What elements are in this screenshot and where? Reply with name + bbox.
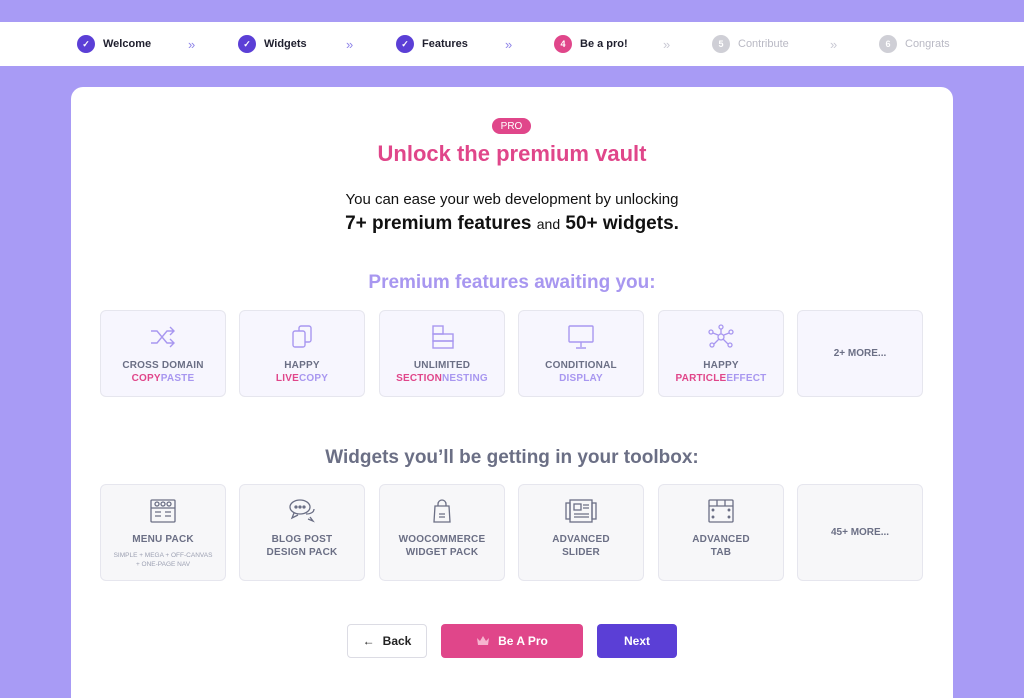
step-label: Contribute xyxy=(738,38,789,50)
feature-line-1: HAPPY xyxy=(284,360,320,371)
setup-stepper: ✓ Welcome » ✓ Widgets » ✓ Features » 4 B… xyxy=(0,22,1024,66)
step-label: Widgets xyxy=(264,38,307,50)
next-label: Next xyxy=(623,634,650,648)
chevron-double-right-icon: » xyxy=(188,36,195,52)
widget-line-2: SLIDER xyxy=(562,547,600,558)
step-label: Congrats xyxy=(905,38,950,50)
step-features[interactable]: ✓ Features xyxy=(396,22,468,66)
more-count: 45+ MORE... xyxy=(830,527,890,538)
intro-text: You can ease your web development by unl… xyxy=(345,191,679,208)
chevron-double-right-icon: » xyxy=(830,36,837,52)
step-number: 5 xyxy=(712,35,730,53)
step-contribute[interactable]: 5 Contribute xyxy=(712,22,789,66)
step-number: 4 xyxy=(554,35,572,53)
feature-line-2: SECTIONNESTING xyxy=(396,373,488,384)
feature-line-2: COPYPASTE xyxy=(131,373,195,384)
widget-line-1: ADVANCED xyxy=(692,534,750,545)
feature-line-2: DISPLAY xyxy=(559,373,603,384)
widgets-heading: Widgets you’ll be getting in your toolbo… xyxy=(325,447,699,468)
widget-line-1: ADVANCED xyxy=(552,534,610,545)
widget-line-1: BLOG POST xyxy=(271,534,333,545)
feature-cross-domain-copy-paste: CROSS DOMAIN COPYPASTE xyxy=(100,310,226,397)
copy-icon xyxy=(292,325,312,348)
back-label: Back xyxy=(382,634,412,648)
features-heading: Premium features awaiting you: xyxy=(368,272,656,293)
feature-line-1: CROSS DOMAIN xyxy=(122,360,204,371)
widget-line-2: WIDGET PACK xyxy=(405,547,479,558)
widgets-count: 50+ widgets. xyxy=(565,213,679,234)
feature-line-1: UNLIMITED xyxy=(413,360,471,371)
widget-line-1: MENU PACK xyxy=(132,534,194,545)
intro-highlight: 7+ premium features and 50+ widgets. xyxy=(71,213,953,235)
intro-and: and xyxy=(536,216,561,232)
next-button[interactable]: Next xyxy=(597,624,677,658)
step-number: 6 xyxy=(879,35,897,53)
tab-icon xyxy=(708,499,734,523)
be-a-pro-label: Be A Pro xyxy=(498,634,548,648)
chevron-double-right-icon: » xyxy=(663,36,670,52)
step-label: Be a pro! xyxy=(580,38,628,50)
step-be-a-pro[interactable]: 4 Be a pro! xyxy=(554,22,628,66)
shopping-bag-icon xyxy=(433,499,451,523)
check-icon: ✓ xyxy=(238,35,256,53)
feature-happy-particle-effect: HAPPY PARTICLEEFFECT xyxy=(658,310,784,397)
nesting-icon xyxy=(432,325,454,349)
widget-line-2: DESIGN PACK xyxy=(266,547,338,558)
feature-unlimited-section-nesting: UNLIMITED SECTIONNESTING xyxy=(379,310,505,397)
pro-card: PRO Unlock the premium vault You can eas… xyxy=(71,87,953,698)
widget-advanced-tab: ADVANCED TAB xyxy=(658,484,784,581)
widget-subtitle: SIMPLE + MEGA + OFF-CANVAS + ONE-PAGE NA… xyxy=(113,552,213,568)
feature-line-1: HAPPY xyxy=(703,360,739,371)
feature-line-2: LIVECOPY xyxy=(275,373,329,384)
particle-icon xyxy=(708,324,734,348)
more-count: 2+ MORE... xyxy=(833,348,887,359)
monitor-icon xyxy=(568,325,594,349)
widget-line-1: WOOCOMMERCE xyxy=(398,534,486,545)
step-label: Features xyxy=(422,38,468,50)
shuffle-icon xyxy=(151,326,175,348)
feature-more: 2+ MORE... xyxy=(797,310,923,397)
page-title: Unlock the premium vault xyxy=(377,141,647,166)
pro-badge: PRO xyxy=(492,118,531,134)
chevron-double-right-icon: » xyxy=(346,36,353,52)
features-count: 7+ premium features xyxy=(345,213,532,234)
slider-icon xyxy=(565,499,597,523)
step-widgets[interactable]: ✓ Widgets xyxy=(238,22,307,66)
feature-conditional-display: CONDITIONAL DISPLAY xyxy=(518,310,644,397)
chevron-double-right-icon: » xyxy=(505,36,512,52)
back-button[interactable]: ← Back xyxy=(347,624,427,658)
feature-happy-live-copy: HAPPY LIVECOPY xyxy=(239,310,365,397)
widget-woocommerce-widget-pack: WOOCOMMERCE WIDGET PACK xyxy=(379,484,505,581)
check-icon: ✓ xyxy=(77,35,95,53)
widget-more: 45+ MORE... xyxy=(797,484,923,581)
widget-blog-post-design-pack: BLOG POST DESIGN PACK xyxy=(239,484,365,581)
step-label: Welcome xyxy=(103,38,152,50)
chat-bubbles-icon xyxy=(289,499,315,523)
widget-menu-pack: MENU PACK SIMPLE + MEGA + OFF-CANVAS + O… xyxy=(100,484,226,581)
menu-pack-icon xyxy=(150,499,176,523)
widget-advanced-slider: ADVANCED SLIDER xyxy=(518,484,644,581)
feature-line-2: PARTICLEEFFECT xyxy=(675,373,767,384)
be-a-pro-button[interactable]: Be A Pro xyxy=(441,624,583,658)
crown-icon xyxy=(477,636,490,645)
step-welcome[interactable]: ✓ Welcome xyxy=(77,22,151,66)
feature-line-1: CONDITIONAL xyxy=(545,360,617,371)
widget-line-2: TAB xyxy=(710,547,732,558)
check-icon: ✓ xyxy=(396,35,414,53)
step-congrats[interactable]: 6 Congrats xyxy=(879,22,950,66)
arrow-left-icon: ← xyxy=(362,634,375,648)
